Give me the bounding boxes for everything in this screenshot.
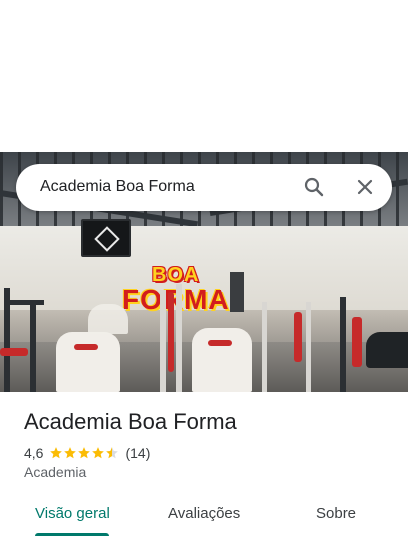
place-page: BOA FORMA Academia Boa Forma (0, 0, 408, 544)
gym-machine (88, 304, 128, 334)
tab-overview[interactable]: Visão geral (35, 505, 110, 522)
equipment-post (306, 302, 311, 392)
star-icon (92, 447, 105, 459)
equipment-pad (0, 348, 28, 356)
tab-about[interactable]: Sobre (316, 505, 356, 522)
star-icon (64, 447, 77, 459)
active-tab-indicator (35, 533, 109, 536)
equipment-post (262, 302, 267, 392)
place-category: Academia (24, 464, 87, 480)
equipment-post (160, 290, 166, 392)
tv-screen (81, 219, 131, 257)
equipment-pad (74, 344, 98, 350)
search-icon[interactable] (303, 176, 325, 198)
diamond-logo-icon (94, 226, 120, 252)
equipment-rack (340, 297, 346, 392)
star-half-icon (106, 447, 119, 459)
rating-row[interactable]: 4,6 (14) (24, 443, 150, 463)
gym-member (366, 332, 408, 368)
place-title: Academia Boa Forma (24, 409, 237, 434)
gym-machine (56, 332, 120, 392)
gym-wall-logo: BOA FORMA (120, 260, 230, 318)
gym-machine (192, 328, 252, 392)
equipment-pad (352, 317, 362, 367)
close-icon[interactable] (354, 176, 376, 198)
tab-reviews[interactable]: Avaliações (168, 505, 240, 522)
star-rating (49, 446, 119, 460)
rating-value: 4,6 (24, 445, 44, 461)
search-input[interactable]: Academia Boa Forma (40, 178, 195, 196)
star-icon (50, 447, 63, 459)
equipment-rack (230, 272, 244, 312)
equipment-rack (4, 300, 44, 305)
review-count[interactable]: (14) (125, 445, 150, 461)
equipment-pad (168, 292, 174, 372)
search-bar[interactable]: Academia Boa Forma (16, 164, 392, 211)
star-icon (78, 447, 91, 459)
equipment-pad (208, 340, 232, 346)
equipment-pad (294, 312, 302, 362)
place-tabs: Visão geral Avaliações Sobre (0, 496, 408, 544)
equipment-rack (30, 300, 36, 392)
equipment-post (176, 284, 182, 392)
